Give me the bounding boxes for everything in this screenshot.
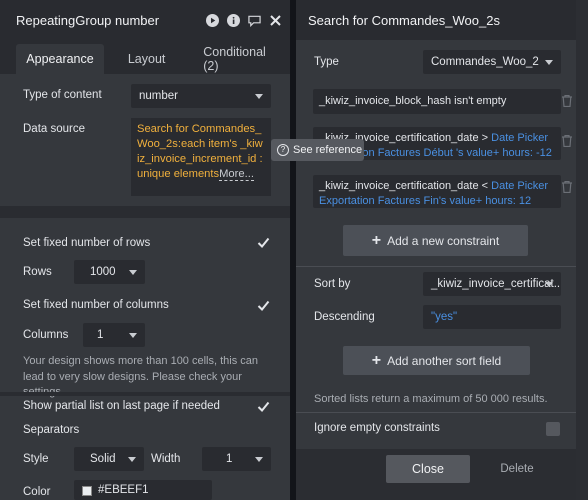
search-title-bar: Search for Commandes_Woo_2s <box>296 0 576 40</box>
type-of-content-label: Type of content <box>23 89 102 101</box>
chevron-down-icon <box>255 94 263 99</box>
sort-by-label: Sort by <box>314 278 351 290</box>
separator-width-value: 1 <box>226 453 233 465</box>
separator-color-input[interactable]: #EBEEF1 <box>74 480 212 500</box>
descending-input[interactable]: "yes" <box>423 305 561 329</box>
partial-list-label: Show partial list on last page if needed <box>23 400 220 412</box>
rows-value: 1000 <box>90 266 116 278</box>
rows-input[interactable]: 1000 <box>74 260 145 284</box>
chevron-down-icon <box>255 457 263 462</box>
descending-label: Descending <box>314 311 375 323</box>
fixed-columns-checkbox[interactable] <box>257 299 270 312</box>
color-label: Color <box>23 486 51 498</box>
delete-button[interactable]: Delete <box>496 455 538 483</box>
descending-value: "yes" <box>431 311 458 323</box>
constraint-3-field: _kiwiz_invoice_certification_date < <box>319 180 489 192</box>
color-swatch[interactable] <box>82 486 92 496</box>
more-link[interactable]: More... <box>219 168 254 181</box>
section-divider <box>296 412 576 413</box>
info-icon[interactable] <box>227 13 240 27</box>
data-source-label: Data source <box>23 123 86 135</box>
data-source-expression[interactable]: Search for Commandes_Woo_2s:each item's … <box>131 118 271 196</box>
sort-by-value: _kiwiz_invoice_certificat... <box>431 278 561 290</box>
add-sort-field-label: Add another sort field <box>387 353 502 368</box>
search-expression-editor: Search for Commandes_Woo_2s Type Command… <box>296 0 576 500</box>
close-button[interactable]: Close <box>386 455 470 483</box>
background-panel-edge <box>576 0 588 500</box>
width-label: Width <box>151 453 181 465</box>
separator-style-value: Solid <box>90 453 116 465</box>
separator-color-value: #EBEEF1 <box>98 484 149 496</box>
separator-style-dropdown[interactable]: Solid <box>74 447 144 471</box>
tab-appearance[interactable]: Appearance <box>16 44 104 74</box>
columns-value: 1 <box>97 329 104 341</box>
fixed-columns-label: Set fixed number of columns <box>23 299 169 311</box>
comment-icon[interactable] <box>248 14 261 27</box>
chevron-down-icon <box>545 60 553 65</box>
type-of-content-value: number <box>139 90 178 102</box>
trash-icon[interactable] <box>562 94 572 108</box>
ignore-empty-label: Ignore empty constraints <box>314 422 440 434</box>
columns-input[interactable]: 1 <box>83 323 145 347</box>
ignore-empty-checkbox[interactable] <box>546 422 560 436</box>
question-icon: ? <box>277 144 289 156</box>
plus-icon: + <box>371 351 382 369</box>
constraint-1[interactable]: _kiwiz_invoice_block_hash isn't empty <box>313 89 561 114</box>
fixed-rows-checkbox[interactable] <box>257 236 270 249</box>
sorted-lists-note: Sorted lists return a maximum of 50 000 … <box>314 393 548 405</box>
chevron-down-icon <box>545 282 553 287</box>
add-sort-field-button[interactable]: + Add another sort field <box>343 346 530 375</box>
plus-icon: + <box>371 231 382 249</box>
chevron-down-icon <box>129 333 137 338</box>
tooltip-text: See reference <box>293 144 363 156</box>
editor-tabs: Appearance Layout Conditional (2) <box>0 40 290 74</box>
trash-icon[interactable] <box>562 180 572 194</box>
section-divider <box>0 206 290 218</box>
repeating-group-property-editor: RepeatingGroup number Appearance Layout … <box>0 0 290 500</box>
search-title: Search for Commandes_Woo_2s <box>308 12 500 28</box>
section-divider <box>296 266 576 267</box>
type-label: Type <box>314 56 339 68</box>
trash-icon[interactable] <box>562 134 572 148</box>
chevron-down-icon <box>128 457 136 462</box>
tab-layout[interactable]: Layout <box>104 44 189 74</box>
sort-by-dropdown[interactable]: _kiwiz_invoice_certificat... <box>423 272 561 296</box>
separators-label: Separators <box>23 424 80 436</box>
section-divider <box>0 392 290 396</box>
play-icon[interactable] <box>206 13 219 27</box>
rows-label: Rows <box>23 266 52 278</box>
columns-label: Columns <box>23 329 69 341</box>
see-reference-tooltip[interactable]: ? See reference <box>271 139 364 161</box>
separator-width-input[interactable]: 1 <box>202 447 271 471</box>
chevron-down-icon <box>129 270 137 275</box>
search-type-dropdown[interactable]: Commandes_Woo_2 <box>423 50 561 74</box>
add-constraint-label: Add a new constraint <box>387 233 500 248</box>
tab-conditional[interactable]: Conditional (2) <box>189 44 290 74</box>
constraint-3[interactable]: _kiwiz_invoice_certification_date < Date… <box>313 175 561 208</box>
search-type-value: Commandes_Woo_2 <box>431 56 539 68</box>
fixed-rows-label: Set fixed number of rows <box>23 237 151 249</box>
partial-list-checkbox[interactable] <box>257 400 270 413</box>
editor-title-bar: RepeatingGroup number <box>0 0 290 40</box>
type-of-content-dropdown[interactable]: number <box>131 84 271 108</box>
add-constraint-button[interactable]: + Add a new constraint <box>343 225 528 256</box>
close-icon[interactable] <box>269 14 282 27</box>
style-label: Style <box>23 453 49 465</box>
constraint-1-text: _kiwiz_invoice_block_hash isn't empty <box>319 95 507 107</box>
editor-title: RepeatingGroup number <box>16 12 160 28</box>
